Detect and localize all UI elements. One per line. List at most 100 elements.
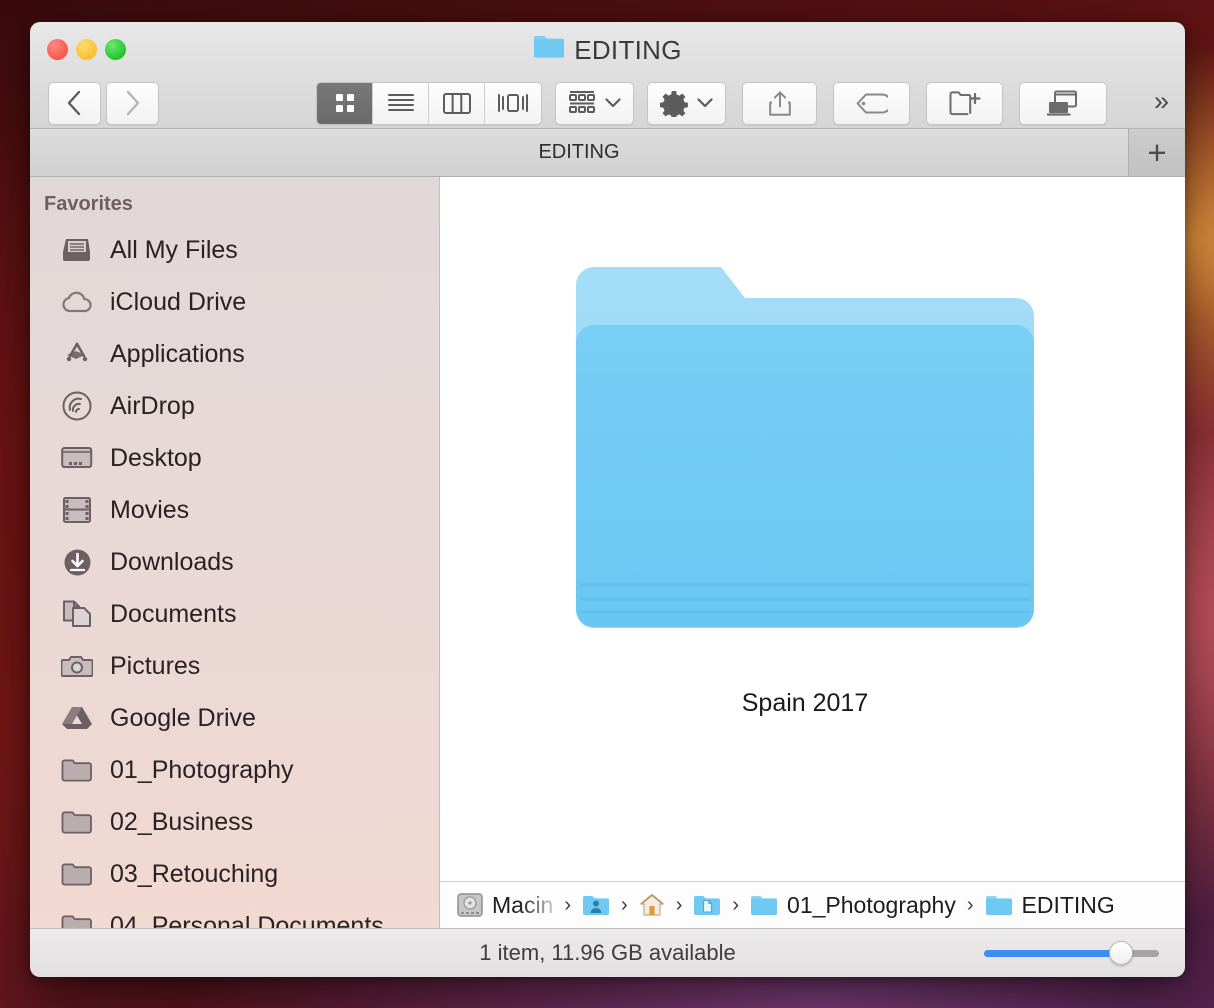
gear-icon [660,91,688,117]
folder-icon [60,807,94,837]
sidebar-item-movies[interactable]: Movies [30,484,439,536]
sidebar-item-applications[interactable]: Applications [30,328,439,380]
grid-icon [335,94,354,112]
path-segment-macintosh-hd[interactable]: Macin [457,892,553,919]
sidebar-item-desktop[interactable]: Desktop [30,432,439,484]
sidebar-item-icloud-drive[interactable]: iCloud Drive [30,276,439,328]
sidebar-section-favorites: Favorites [44,193,133,215]
sidebar-item-label: iCloud Drive [110,287,247,316]
title-folder-icon [533,34,565,66]
path-separator: › [564,893,572,916]
pictures-icon [60,651,94,681]
path-segment-label: Macin [492,891,554,918]
back-button[interactable] [48,81,101,125]
gallery-icon [498,94,528,112]
new-folder-button[interactable] [926,81,1003,125]
new-tab-button[interactable]: + [1129,129,1185,176]
folder-icon [60,755,94,785]
sidebar-item-google-drive[interactable]: Google Drive [30,692,439,744]
path-segment-editing[interactable]: EDITING [985,892,1115,919]
path-segment-users[interactable] [582,894,610,916]
toolbar-overflow-button[interactable]: » [1154,86,1169,120]
path-separator: › [966,893,974,916]
columns-icon [442,92,471,114]
file-item-label: Spain 2017 [741,689,869,717]
sidebar-item-label: Documents [110,599,237,628]
path-bar: Macin › › › › 01_Photography › EDITING [440,881,1185,928]
list-view-button[interactable] [373,82,429,124]
column-view-button[interactable] [429,82,485,124]
sidebar-item-02-business[interactable]: 02_Business [30,796,439,848]
finder-window: EDITING » EDITING + Favorites All My Fil… [30,22,1185,977]
sidebar-item-label: 01_Photography [110,755,294,784]
icon-view-button[interactable] [317,82,373,124]
titlebar: EDITING » [30,22,1185,129]
hard-drive-icon [457,893,483,917]
file-list-area: Spain 2017 Macin › › › › 01_Photography … [440,177,1185,928]
path-segment-01-photography[interactable]: 01_Photography [750,892,956,919]
all-my-files-icon [60,235,94,265]
slider-knob[interactable] [1108,941,1133,965]
arrange-button[interactable] [555,81,634,125]
chevron-down-icon [605,98,621,108]
window-body: Favorites All My Files iCloud Drive Appl… [30,177,1185,928]
path-segment-documents[interactable] [693,894,721,916]
view-mode-segmented-control [316,81,542,125]
path-separator: › [675,893,683,916]
chevron-down-icon [697,98,713,108]
sidebar-item-downloads[interactable]: Downloads [30,536,439,588]
arrange-icon [569,91,595,113]
new-folder-icon [949,91,981,116]
path-segment-home[interactable] [639,893,665,917]
tab-editing[interactable]: EDITING [30,129,1129,176]
path-separator: › [621,893,628,916]
tab-bar: EDITING + [30,129,1185,177]
icon-view-canvas[interactable]: Spain 2017 [440,177,1185,881]
gallery-view-button[interactable] [485,82,541,124]
icloud-icon [60,287,94,317]
blue-folder-icon [985,896,1012,915]
folder-icon [60,859,94,889]
forward-button[interactable] [106,81,159,125]
downloads-icon [60,547,94,577]
documents-folder-icon [694,896,721,915]
sidebar-item-label: 03_Retouching [110,859,279,888]
desktop-icon [60,443,94,473]
blue-folder-icon [751,896,778,915]
action-menu-button[interactable] [647,81,726,125]
screen-share-button[interactable] [1019,81,1107,125]
toolbar: » [30,77,1185,129]
path-segment-label: EDITING [1021,891,1115,918]
icon-size-slider[interactable] [984,941,1159,965]
users-folder-icon [583,896,610,915]
applications-icon [60,339,94,369]
sidebar-item-pictures[interactable]: Pictures [30,640,439,692]
file-item-spain-2017[interactable]: Spain 2017 [576,255,1034,718]
documents-icon [60,599,94,629]
slider-fill [984,949,1121,957]
tab-label: EDITING [538,141,620,163]
list-lines-icon [387,94,414,111]
sidebar-item-01-photography[interactable]: 01_Photography [30,744,439,796]
chevron-left-icon [67,90,81,116]
sidebar-item-airdrop[interactable]: AirDrop [30,380,439,432]
sidebar-item-label: Google Drive [110,703,256,732]
share-icon [768,90,791,116]
sidebar-item-documents[interactable]: Documents [30,588,439,640]
sidebar-item-all-my-files[interactable]: All My Files [30,224,439,276]
sidebar-item-label: All My Files [110,235,238,264]
tag-button[interactable] [833,81,910,125]
sidebar-item-label: Desktop [110,443,202,472]
path-segment-label: 01_Photography [787,891,956,918]
tag-icon [856,93,888,113]
share-button[interactable] [742,81,817,125]
google-drive-icon [60,703,94,733]
sidebar-item-04-personal-documents[interactable]: 04_Personal Documents [30,900,439,928]
window-title-text: EDITING [574,34,682,65]
sidebar-item-label: 04_Personal Documents [110,911,384,929]
status-bar: 1 item, 11.96 GB available [30,928,1185,977]
sidebar-item-label: Movies [110,495,190,524]
sidebar-item-03-retouching[interactable]: 03_Retouching [30,848,439,900]
airdrop-icon [60,391,94,421]
window-title: EDITING [30,33,1185,67]
